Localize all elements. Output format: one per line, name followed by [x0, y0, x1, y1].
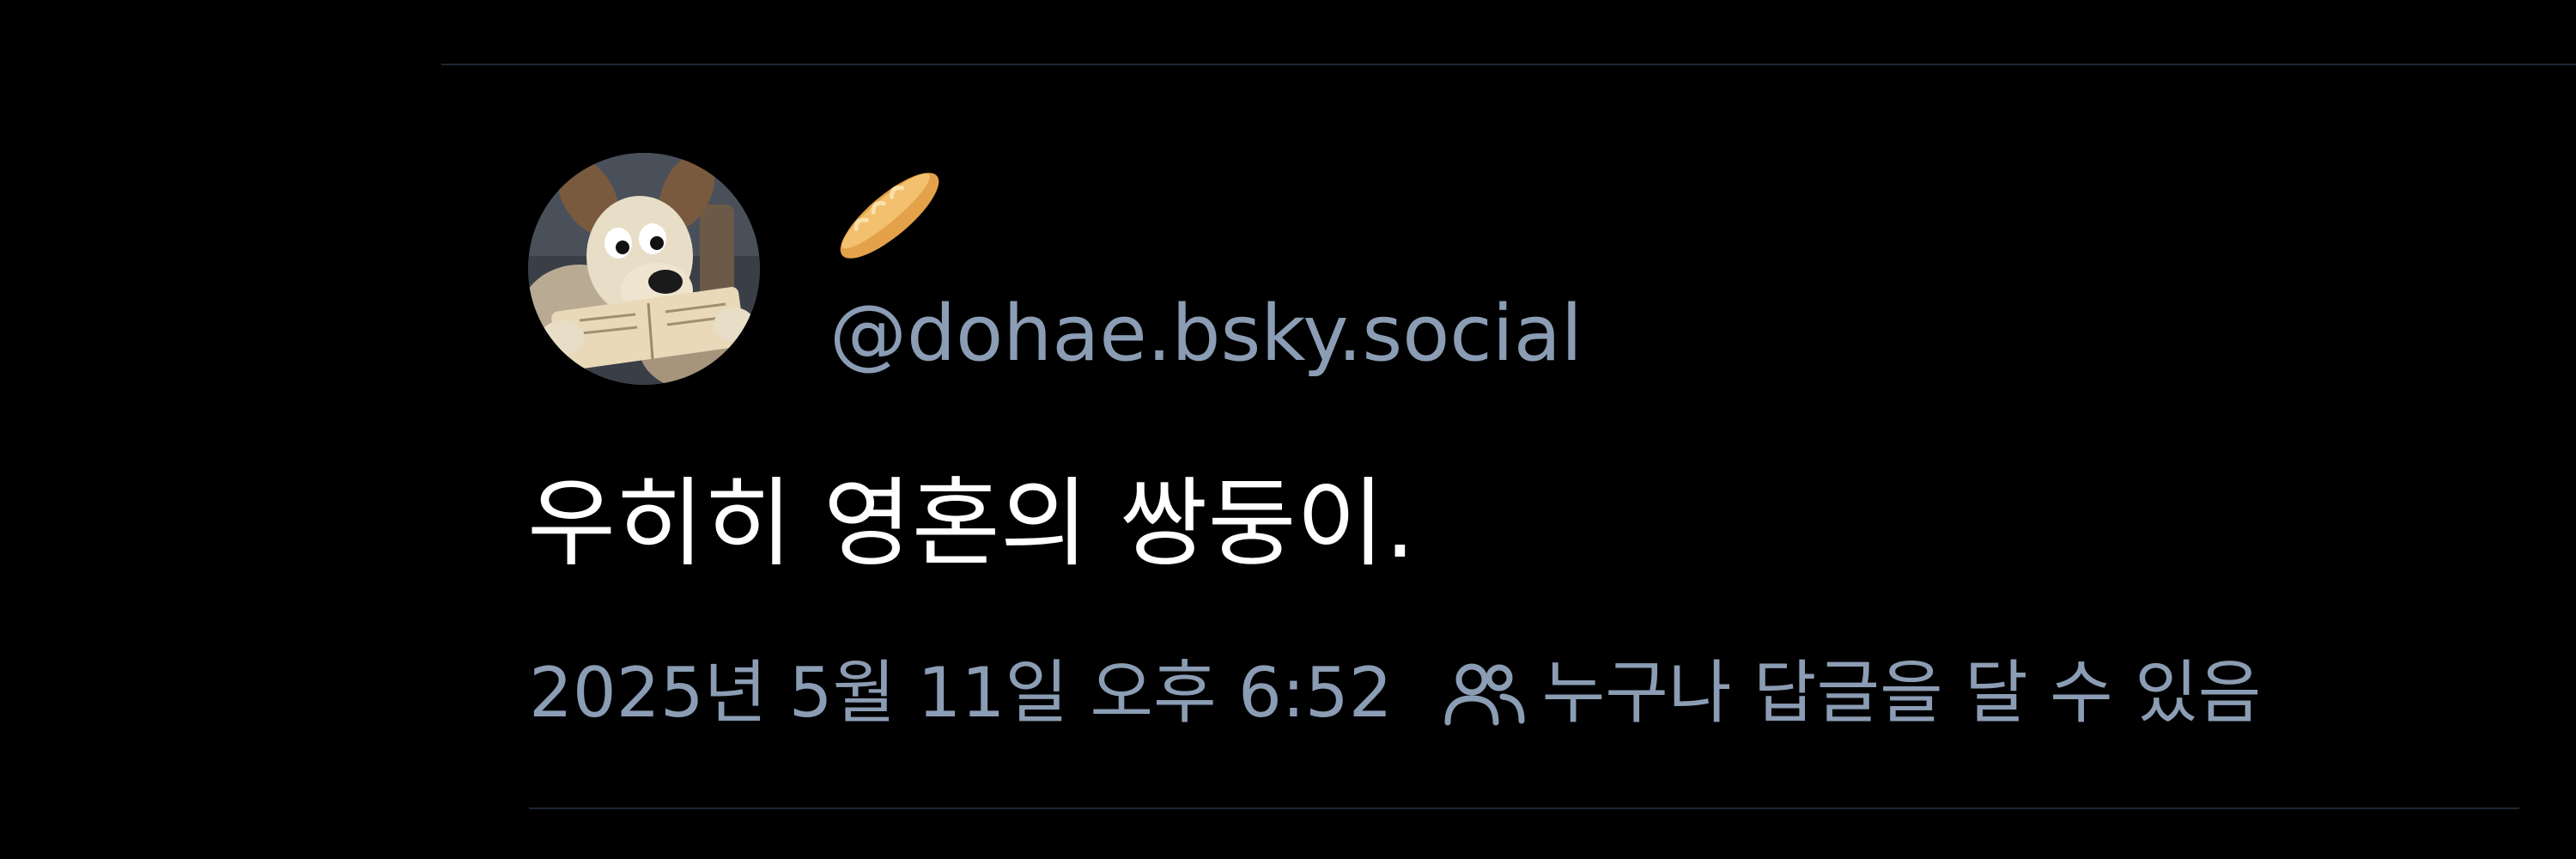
dog-reading-book-avatar: [528, 153, 760, 385]
reply-setting-label: 누구나 답글을 달 수 있음: [1541, 653, 2262, 733]
people-icon: [1444, 663, 1525, 726]
avatar[interactable]: [528, 153, 760, 385]
display-name[interactable]: [829, 160, 950, 271]
user-handle[interactable]: @dohae.bsky.social: [829, 287, 1583, 381]
baguette-icon: [840, 173, 939, 259]
post-thread-view: @dohae.bsky.social 우히히 영혼의 쌍둥이. 2025년 5월…: [0, 0, 2576, 859]
post-meta-row: 2025년 5월 11일 오후 6:52 누구나 답글을 달 수 있음: [529, 646, 2261, 740]
post-timestamp[interactable]: 2025년 5월 11일 오후 6:52: [529, 646, 1393, 740]
bottom-divider: [529, 807, 2519, 809]
reply-setting[interactable]: 누구나 답글을 달 수 있음: [1441, 646, 2262, 740]
post-text: 우히히 영혼의 쌍둥이.: [527, 468, 1416, 580]
top-divider: [441, 64, 2576, 65]
